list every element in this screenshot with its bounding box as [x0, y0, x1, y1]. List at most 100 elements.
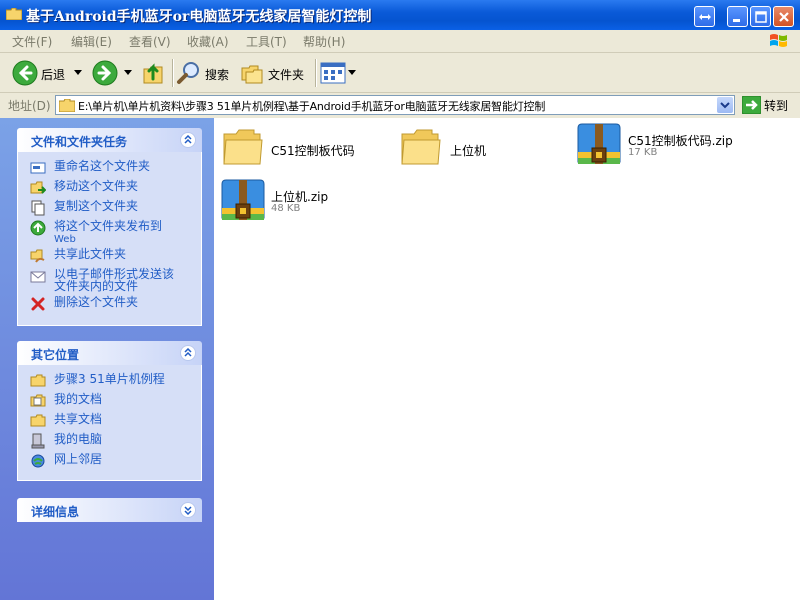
toolbar-separator — [315, 59, 317, 87]
folder-icon — [223, 129, 263, 165]
panel-body: 步骤3 51单片机例程 我的文档 共享文档 我的电脑 网上邻居 — [17, 365, 202, 481]
address-dropdown-button[interactable] — [717, 97, 733, 113]
chevron-down-icon — [348, 70, 356, 75]
minimize-icon — [733, 19, 740, 22]
other-places-panel: 其它位置 步骤3 51单片机例程 我的文档 共享文档 我的电脑 网上邻居 — [17, 341, 202, 481]
task-publish-web[interactable]: 将这个文件夹发布到 Web — [18, 218, 201, 246]
panel-title: 详细信息 — [31, 505, 80, 519]
email-icon — [30, 271, 46, 283]
menu-tools[interactable]: 工具(T) — [246, 33, 287, 50]
close-icon — [779, 12, 789, 22]
task-delete-folder[interactable]: 删除这个文件夹 — [18, 294, 201, 314]
network-icon — [31, 454, 45, 468]
maximize-button[interactable] — [750, 6, 771, 27]
share-icon — [30, 249, 45, 263]
maximize-icon — [755, 11, 767, 23]
forward-button[interactable] — [92, 59, 134, 87]
task-rename-folder[interactable]: 重命名这个文件夹 — [18, 158, 201, 178]
go-button[interactable]: 转到 — [764, 97, 788, 114]
my-documents-icon — [30, 394, 46, 407]
folder-icon — [6, 8, 22, 20]
restore-size-button[interactable] — [694, 6, 715, 27]
menu-favorites[interactable]: 收藏(A) — [187, 33, 229, 50]
file-item[interactable]: 上位机 — [400, 124, 560, 172]
expand-button[interactable] — [180, 502, 196, 518]
file-list: C51控制板代码 上位机 C51控制板代码.zip 17 KB 上位机.zip … — [214, 118, 800, 600]
address-input[interactable]: E:\单片机\单片机资料\步骤3 51单片机例程\基于Android手机蓝牙or… — [55, 95, 735, 115]
zip-archive-icon — [577, 123, 621, 164]
rename-icon — [30, 162, 46, 174]
chevron-up-icon — [184, 348, 192, 357]
details-panel: 详细信息 — [17, 498, 202, 522]
panel-header[interactable]: 其它位置 — [17, 341, 202, 365]
folder-icon — [401, 129, 441, 165]
windows-logo-icon — [770, 34, 787, 47]
place-shared-documents[interactable]: 共享文档 — [18, 411, 201, 431]
file-item[interactable]: C51控制板代码.zip 17 KB — [574, 122, 784, 170]
menu-file[interactable]: 文件(F) — [12, 33, 52, 50]
panel-body: 重命名这个文件夹 移动这个文件夹 复制这个文件夹 将这个文件夹发布到 Web 共… — [17, 152, 202, 326]
collapse-button[interactable] — [180, 345, 196, 361]
views-button[interactable] — [320, 59, 356, 87]
window-title: 基于Android手机蓝牙or电脑蓝牙无线家居智能灯控制 — [26, 9, 372, 25]
close-button[interactable] — [773, 6, 794, 27]
address-path: E:\单片机\单片机资料\步骤3 51单片机例程\基于Android手机蓝牙or… — [78, 100, 546, 113]
task-copy-folder[interactable]: 复制这个文件夹 — [18, 198, 201, 218]
place-my-documents[interactable]: 我的文档 — [18, 391, 201, 411]
search-label: 搜索 — [205, 68, 230, 82]
collapse-button[interactable] — [180, 132, 196, 148]
chevron-up-icon — [184, 135, 192, 144]
folders-label: 文件夹 — [268, 68, 305, 82]
copy-icon — [31, 200, 45, 216]
back-label: 后退 — [41, 68, 66, 82]
menu-view[interactable]: 查看(V) — [129, 33, 171, 50]
panel-title: 其它位置 — [31, 348, 80, 362]
place-my-computer[interactable]: 我的电脑 — [18, 431, 201, 451]
forward-arrow-icon — [92, 60, 118, 86]
toolbar: 后退 搜索 文件夹 — [0, 53, 800, 93]
task-share-folder[interactable]: 共享此文件夹 — [18, 246, 201, 266]
address-bar: 地址(D) E:\单片机\单片机资料\步骤3 51单片机例程\基于Android… — [0, 93, 800, 117]
explorer-window: 基于Android手机蓝牙or电脑蓝牙无线家居智能灯控制 文件(F) 编辑(E) — [0, 0, 800, 600]
back-arrow-icon — [12, 60, 38, 86]
file-folder-tasks-panel: 文件和文件夹任务 重命名这个文件夹 移动这个文件夹 复制这个文件夹 将这个文件夹… — [17, 128, 202, 326]
shared-documents-icon — [30, 414, 46, 427]
back-button[interactable]: 后退 — [10, 59, 84, 87]
menu-bar: 文件(F) 编辑(E) 查看(V) 收藏(A) 工具(T) 帮助(H) — [0, 30, 800, 53]
up-folder-icon — [143, 63, 163, 84]
folders-icon — [241, 65, 263, 84]
up-folder-button[interactable] — [142, 59, 168, 87]
panel-header[interactable]: 文件和文件夹任务 — [17, 128, 202, 152]
minimize-button[interactable] — [727, 6, 748, 27]
chevron-down-icon — [184, 506, 192, 515]
zip-archive-icon — [221, 179, 265, 220]
chevron-down-icon — [720, 102, 730, 109]
move-icon — [30, 181, 46, 194]
task-pane: 文件和文件夹任务 重命名这个文件夹 移动这个文件夹 复制这个文件夹 将这个文件夹… — [0, 118, 214, 600]
menu-help[interactable]: 帮助(H) — [303, 33, 345, 50]
place-parent-folder[interactable]: 步骤3 51单片机例程 — [18, 371, 201, 391]
folders-button[interactable]: 文件夹 — [240, 59, 312, 87]
folder-icon — [30, 374, 46, 387]
search-button[interactable]: 搜索 — [176, 59, 236, 87]
views-grid-icon — [320, 62, 346, 84]
folder-icon — [59, 99, 75, 112]
title-bar[interactable]: 基于Android手机蓝牙or电脑蓝牙无线家居智能灯控制 — [0, 0, 800, 30]
resize-arrows-icon — [699, 14, 711, 20]
task-move-folder[interactable]: 移动这个文件夹 — [18, 178, 201, 198]
publish-web-icon — [30, 220, 46, 236]
file-item[interactable]: C51控制板代码 — [222, 124, 382, 172]
chevron-down-icon — [124, 70, 132, 75]
search-icon — [177, 62, 199, 84]
delete-icon — [31, 297, 45, 311]
file-item[interactable]: 上位机.zip 48 KB — [218, 178, 388, 226]
address-label: 地址(D) — [8, 99, 51, 113]
panel-title: 文件和文件夹任务 — [31, 135, 128, 149]
menu-edit[interactable]: 编辑(E) — [71, 33, 112, 50]
toolbar-separator — [172, 59, 174, 87]
go-arrow-icon[interactable] — [742, 96, 761, 114]
my-computer-icon — [31, 433, 45, 449]
task-email-files[interactable]: 以电子邮件形式发送该 文件夹内的文件 — [18, 266, 201, 294]
panel-header[interactable]: 详细信息 — [17, 498, 202, 522]
place-network[interactable]: 网上邻居 — [18, 451, 201, 471]
